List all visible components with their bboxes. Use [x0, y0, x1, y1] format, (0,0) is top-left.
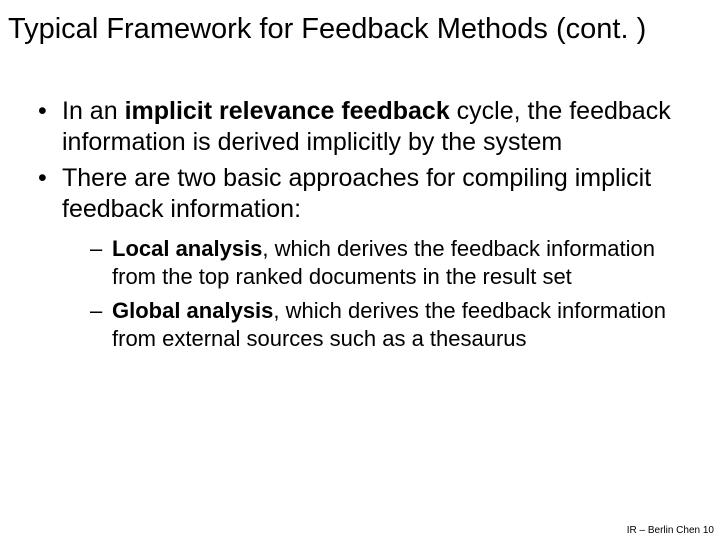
slide-title: Typical Framework for Feedback Methods (…	[8, 14, 712, 46]
bullet1-pre: In an	[62, 97, 125, 125]
sub-bullet-1: Local analysis, which derives the feedba…	[90, 235, 680, 291]
bullet-item-1: In an implicit relevance feedback cycle,…	[34, 96, 680, 159]
bullet-list: In an implicit relevance feedback cycle,…	[34, 96, 680, 354]
sub1-bold: Local analysis	[112, 236, 262, 261]
sub-bullet-2: Global analysis, which derives the feedb…	[90, 297, 680, 353]
bullet-item-2: There are two basic approaches for compi…	[34, 163, 680, 354]
slide-footer: IR – Berlin Chen 10	[627, 525, 714, 536]
sub2-bold: Global analysis	[112, 298, 273, 323]
bullet1-bold: implicit relevance feedback	[125, 97, 450, 125]
slide-body: In an implicit relevance feedback cycle,…	[34, 96, 680, 360]
bullet2-text: There are two basic approaches for compi…	[62, 164, 651, 223]
sub-bullet-list: Local analysis, which derives the feedba…	[62, 235, 680, 354]
slide: Typical Framework for Feedback Methods (…	[0, 0, 720, 540]
